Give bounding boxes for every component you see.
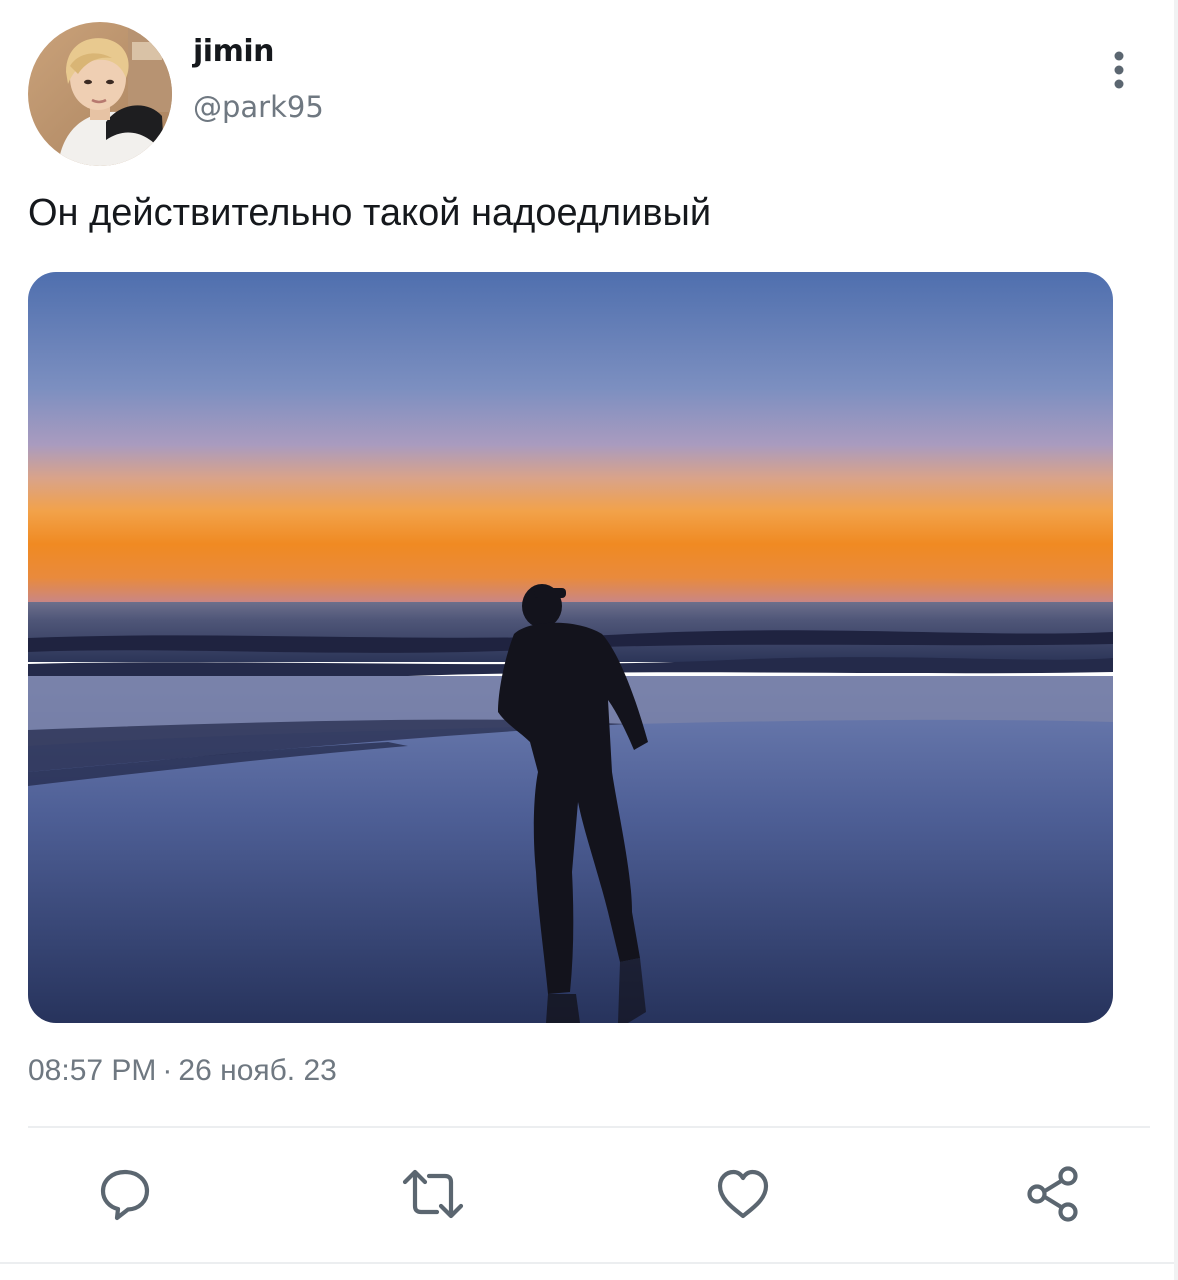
tweet-date: 26 нояб. 23 bbox=[178, 1054, 337, 1087]
bottom-border bbox=[0, 1262, 1178, 1264]
tweet-media-image[interactable] bbox=[28, 272, 1113, 1023]
sunset-beach-photo bbox=[28, 272, 1113, 1023]
avatar-photo bbox=[28, 22, 172, 166]
divider bbox=[28, 1126, 1150, 1128]
tweet-card: jimin @park95 Он действительно такой над… bbox=[0, 0, 1178, 1280]
retweet-icon bbox=[402, 1169, 464, 1219]
reply-button[interactable] bbox=[93, 1162, 157, 1226]
like-button[interactable] bbox=[711, 1162, 775, 1226]
share-icon bbox=[1027, 1166, 1078, 1222]
right-border bbox=[1174, 0, 1178, 1280]
tweet-time: 08:57 PM bbox=[28, 1054, 157, 1087]
avatar[interactable] bbox=[28, 22, 172, 166]
tweet-timestamp: 08:57 PM · 26 нояб. 23 bbox=[28, 1054, 337, 1088]
share-button[interactable] bbox=[1021, 1162, 1085, 1226]
user-handle[interactable]: @park95 bbox=[193, 90, 324, 124]
more-options-button[interactable] bbox=[1100, 48, 1138, 92]
timestamp-separator: · bbox=[162, 1054, 173, 1087]
retweet-button[interactable] bbox=[401, 1162, 465, 1226]
more-vertical-icon bbox=[1114, 51, 1124, 89]
heart-icon bbox=[717, 1169, 769, 1219]
tweet-text: Он действительно такой надоедливый bbox=[28, 192, 712, 234]
display-name[interactable]: jimin bbox=[193, 34, 274, 69]
reply-icon bbox=[100, 1169, 150, 1221]
